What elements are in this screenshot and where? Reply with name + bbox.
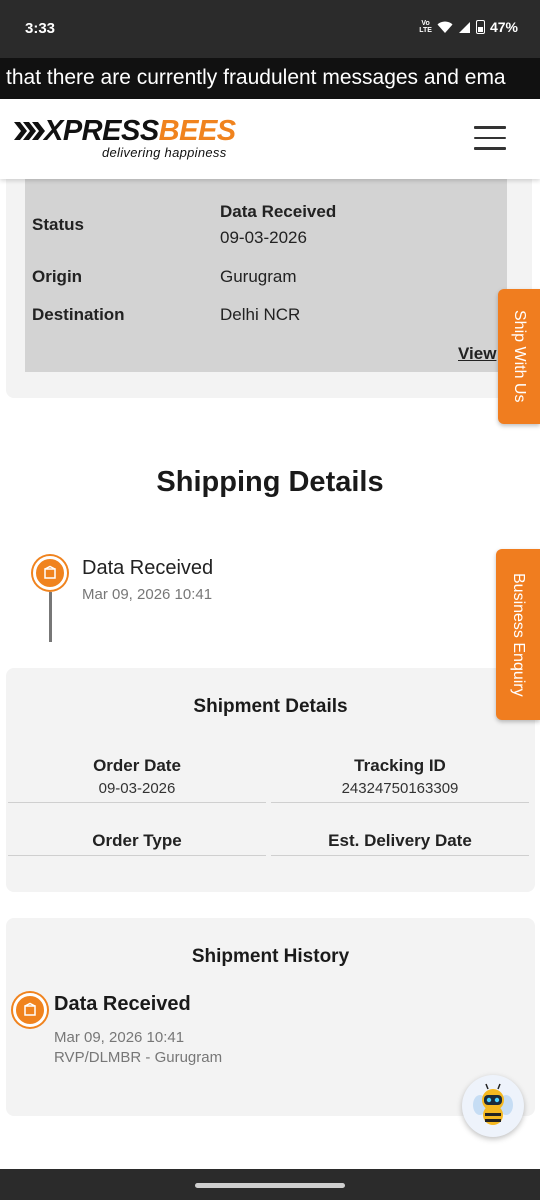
origin-value: Gurugram: [220, 267, 297, 286]
tracking-id-value: 24324750163309: [341, 780, 459, 797]
ship-with-us-tab[interactable]: Ship With Us: [498, 289, 540, 424]
status-date: 09-03-2026: [220, 228, 307, 247]
history-status: Data Received: [54, 993, 191, 1015]
shipment-history-title: Shipment History: [191, 946, 350, 967]
shipment-details-card: Shipment Details Order Date 09-03-2026 T…: [6, 668, 535, 892]
signal-icon: [458, 21, 470, 33]
hamburger-icon[interactable]: [474, 126, 506, 152]
timeline-date: Mar 09, 2026 10:41: [82, 586, 213, 603]
logo-chevrons-icon: [14, 122, 45, 140]
est-delivery-cell: Est. Delivery Date: [271, 831, 529, 856]
est-delivery-label: Est. Delivery Date: [328, 831, 472, 850]
view-link[interactable]: View: [458, 344, 496, 364]
package-icon: [33, 556, 67, 590]
destination-label: Destination: [32, 305, 125, 324]
origin-label: Origin: [32, 267, 83, 286]
chatbot-bee-icon[interactable]: [462, 1075, 524, 1137]
status-value: Data Received: [220, 202, 337, 221]
battery-icon: [475, 20, 485, 34]
tracking-id-cell: Tracking ID 24324750163309: [271, 756, 529, 803]
timeline-status: Data Received: [82, 557, 214, 579]
volte-icon: Vo LTE: [419, 20, 432, 34]
tracking-id-label: Tracking ID: [354, 756, 446, 775]
battery-percent: 47%: [489, 19, 518, 35]
xpressbees-logo[interactable]: XPRESSBEES delivering happiness: [14, 115, 244, 165]
package-icon: [13, 993, 47, 1027]
history-location: RVP/DLMBR - Gurugram: [54, 1049, 223, 1066]
order-date-cell: Order Date 09-03-2026: [8, 756, 266, 803]
tracking-summary-card: Status Data Received 09-03-2026 Origin G…: [6, 170, 532, 398]
status-icons: Vo LTE 47%: [419, 19, 518, 35]
timeline-line: [49, 592, 52, 642]
status-time: 3:33: [25, 20, 56, 37]
logo-wordmark: XPRESSBEES: [44, 115, 236, 147]
summary-box: Status Data Received 09-03-2026 Origin G…: [25, 178, 507, 372]
destination-value: Delhi NCR: [220, 305, 301, 324]
system-nav-bar: [0, 1169, 540, 1200]
shipment-history-card: Shipment History Data Received Mar 09, 2…: [6, 918, 535, 1116]
home-gesture-handle[interactable]: [195, 1183, 345, 1188]
order-date-label: Order Date: [93, 756, 181, 775]
logo-tagline: delivering happiness: [102, 145, 227, 160]
order-type-label: Order Type: [92, 831, 182, 850]
history-date: Mar 09, 2026 10:41: [54, 1029, 185, 1046]
business-enquiry-tab[interactable]: Business Enquiry: [496, 549, 540, 720]
alert-marquee: that there are currently fraudulent mess…: [0, 58, 540, 99]
wifi-icon: [437, 21, 453, 33]
marquee-text: that there are currently fraudulent mess…: [6, 66, 506, 89]
site-header: XPRESSBEES delivering happiness: [0, 99, 540, 179]
order-date-value: 09-03-2026: [98, 780, 176, 797]
shipping-details-title: Shipping Details: [156, 466, 384, 498]
order-type-cell: Order Type: [8, 831, 266, 856]
status-bar: 3:33 Vo LTE 47%: [0, 0, 540, 58]
status-label: Status: [32, 215, 84, 234]
shipment-details-title: Shipment Details: [193, 696, 348, 717]
